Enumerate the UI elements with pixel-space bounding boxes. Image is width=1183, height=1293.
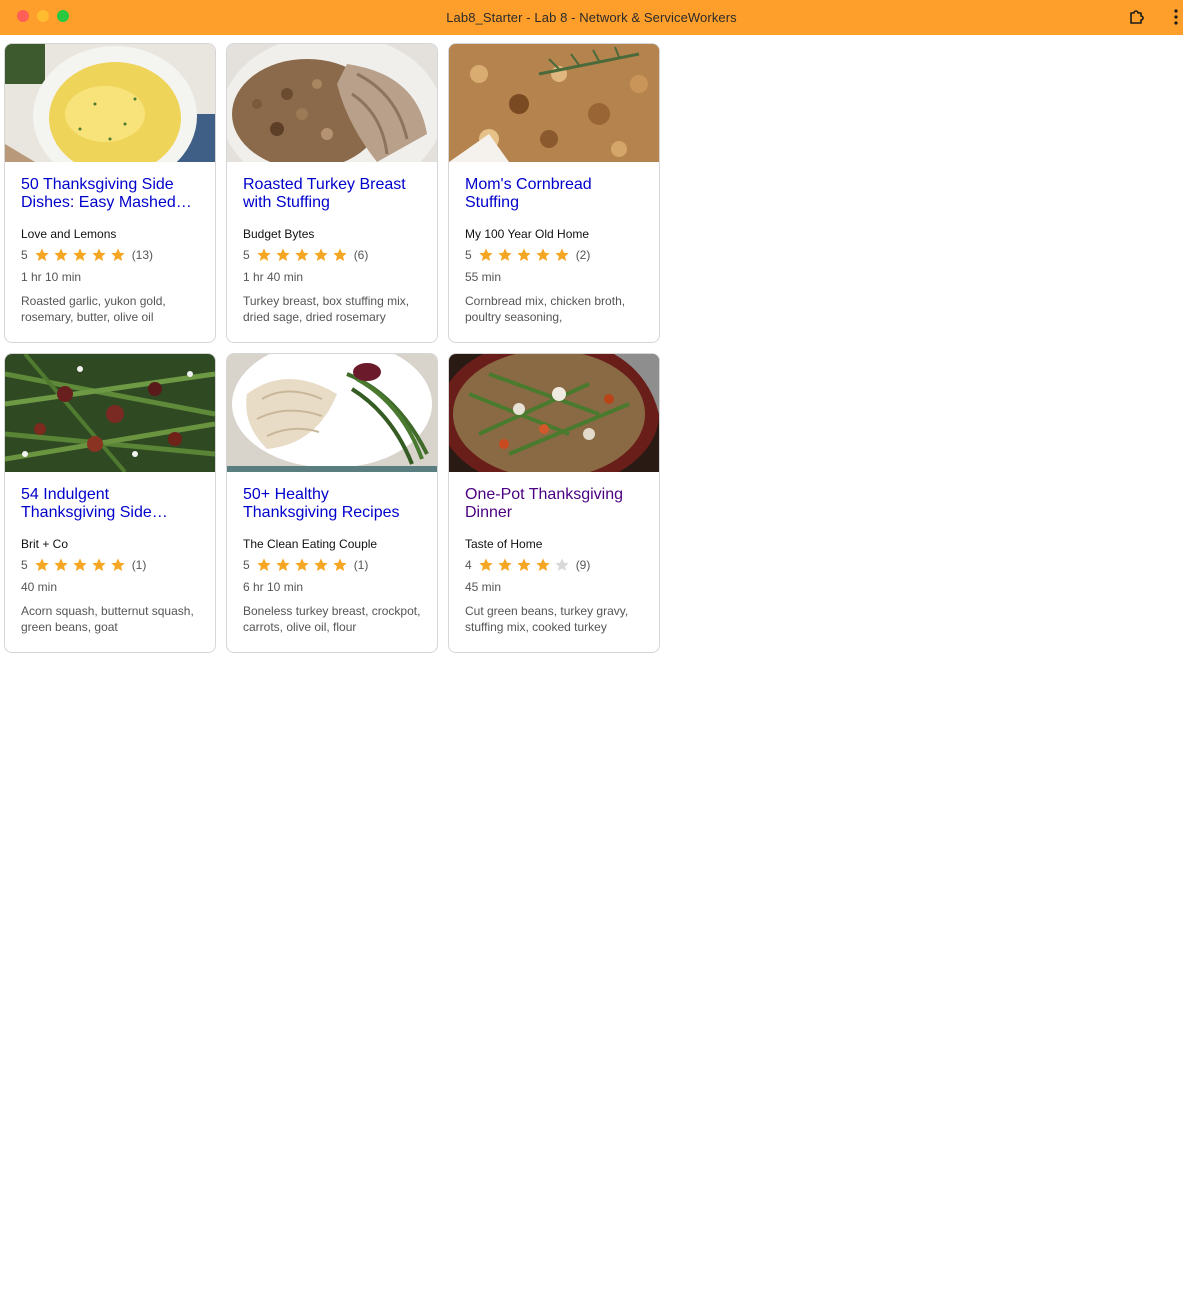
star-filled-icon bbox=[111, 248, 125, 261]
star-filled-icon bbox=[54, 558, 68, 571]
rating-stars bbox=[477, 557, 571, 573]
review-count: (13) bbox=[131, 248, 154, 262]
recipe-title[interactable]: 50 Thanksgiving Side Dishes: Easy Mashed… bbox=[21, 176, 199, 212]
recipe-image bbox=[5, 354, 215, 472]
rating-score: 5 bbox=[243, 558, 250, 572]
recipe-time: 40 min bbox=[21, 580, 58, 594]
recipe-organization: Taste of Home bbox=[465, 537, 543, 551]
star-filled-icon bbox=[257, 248, 271, 261]
recipe-grid: 50 Thanksgiving Side Dishes: Easy Mashed… bbox=[4, 43, 660, 653]
rating-stars bbox=[255, 247, 349, 263]
recipe-organization: Love and Lemons bbox=[21, 227, 117, 241]
star-filled-icon bbox=[73, 558, 87, 571]
star-filled-icon bbox=[92, 558, 106, 571]
recipe-card[interactable]: Roasted Turkey Breast with Stuffing Budg… bbox=[226, 43, 438, 343]
recipe-card[interactable]: 50 Thanksgiving Side Dishes: Easy Mashed… bbox=[4, 43, 216, 343]
star-filled-icon bbox=[536, 248, 550, 261]
recipe-rating: 5 (1) bbox=[243, 558, 421, 572]
rating-score: 4 bbox=[465, 558, 472, 572]
recipe-ingredients: Cornbread mix, chicken broth, poultry se… bbox=[465, 294, 626, 324]
window-controls bbox=[17, 10, 69, 22]
extensions-puzzle-icon[interactable] bbox=[1127, 7, 1147, 27]
recipe-time: 45 min bbox=[465, 580, 502, 594]
recipe-image bbox=[5, 44, 215, 162]
recipe-rating: 5 (2) bbox=[465, 248, 643, 262]
minimize-window-button[interactable] bbox=[37, 10, 49, 22]
recipe-card[interactable]: 54 Indulgent Thanksgiving Side Dishes Br… bbox=[4, 353, 216, 653]
rating-stars bbox=[477, 247, 571, 263]
recipe-time: 55 min bbox=[465, 270, 502, 284]
star-filled-icon bbox=[555, 248, 569, 261]
recipe-title[interactable]: 54 Indulgent Thanksgiving Side Dishes bbox=[21, 486, 199, 522]
star-filled-icon bbox=[479, 558, 493, 571]
recipe-ingredients: Boneless turkey breast, crockpot, carrot… bbox=[243, 604, 421, 634]
review-count: (1) bbox=[353, 558, 369, 572]
more-menu-icon[interactable] bbox=[1171, 8, 1181, 26]
rating-stars bbox=[33, 247, 127, 263]
star-filled-icon bbox=[479, 248, 493, 261]
recipe-title[interactable]: One-Pot Thanksgiving Dinner bbox=[465, 486, 643, 522]
recipe-organization: Brit + Co bbox=[21, 537, 69, 551]
window-titlebar: Lab8_Starter - Lab 8 - Network & Service… bbox=[0, 0, 1183, 35]
star-filled-icon bbox=[73, 248, 87, 261]
recipe-ingredients: Cut green beans, turkey gravy, stuffing … bbox=[465, 604, 629, 634]
star-filled-icon bbox=[517, 248, 531, 261]
recipe-image bbox=[449, 44, 659, 162]
window-title: Lab8_Starter - Lab 8 - Network & Service… bbox=[446, 10, 737, 25]
recipe-title[interactable]: Mom's Cornbread Stuffing bbox=[465, 176, 643, 212]
rating-stars bbox=[255, 557, 349, 573]
recipe-card[interactable]: One-Pot Thanksgiving Dinner Taste of Hom… bbox=[448, 353, 660, 653]
recipe-image bbox=[227, 44, 437, 162]
recipe-rating: 4 (9) bbox=[465, 558, 643, 572]
star-filled-icon bbox=[517, 558, 531, 571]
review-count: (2) bbox=[575, 248, 591, 262]
recipe-ingredients: Acorn squash, butternut squash, green be… bbox=[21, 604, 194, 634]
star-filled-icon bbox=[257, 558, 271, 571]
recipe-organization: Budget Bytes bbox=[243, 227, 315, 241]
star-empty-icon bbox=[555, 558, 569, 571]
recipe-time: 1 hr 40 min bbox=[243, 270, 304, 284]
star-filled-icon bbox=[35, 248, 49, 261]
recipe-card[interactable]: Mom's Cornbread Stuffing My 100 Year Old… bbox=[448, 43, 660, 343]
rating-stars bbox=[33, 557, 127, 573]
zoom-window-button[interactable] bbox=[57, 10, 69, 22]
recipe-ingredients: Turkey breast, box stuffing mix, dried s… bbox=[243, 294, 410, 324]
recipe-card[interactable]: 50+ Healthy Thanksgiving Recipes The Cle… bbox=[226, 353, 438, 653]
star-filled-icon bbox=[92, 248, 106, 261]
rating-score: 5 bbox=[21, 558, 28, 572]
recipe-title[interactable]: 50+ Healthy Thanksgiving Recipes bbox=[243, 486, 421, 522]
star-filled-icon bbox=[498, 248, 512, 261]
review-count: (1) bbox=[131, 558, 147, 572]
rating-score: 5 bbox=[465, 248, 472, 262]
star-filled-icon bbox=[35, 558, 49, 571]
review-count: (9) bbox=[575, 558, 591, 572]
star-filled-icon bbox=[536, 558, 550, 571]
star-filled-icon bbox=[314, 248, 328, 261]
recipe-time: 1 hr 10 min bbox=[21, 270, 82, 284]
recipe-image bbox=[449, 354, 659, 472]
star-filled-icon bbox=[333, 558, 347, 571]
review-count: (6) bbox=[353, 248, 369, 262]
recipe-image bbox=[227, 354, 437, 472]
recipe-ingredients: Roasted garlic, yukon gold, rosemary, bu… bbox=[21, 294, 166, 324]
recipe-title[interactable]: Roasted Turkey Breast with Stuffing bbox=[243, 176, 421, 212]
star-filled-icon bbox=[295, 248, 309, 261]
star-filled-icon bbox=[276, 248, 290, 261]
star-filled-icon bbox=[314, 558, 328, 571]
star-filled-icon bbox=[276, 558, 290, 571]
recipe-rating: 5 (6) bbox=[243, 248, 421, 262]
star-filled-icon bbox=[54, 248, 68, 261]
star-filled-icon bbox=[295, 558, 309, 571]
recipe-rating: 5 (1) bbox=[21, 558, 199, 572]
rating-score: 5 bbox=[21, 248, 28, 262]
recipe-time: 6 hr 10 min bbox=[243, 580, 304, 594]
close-window-button[interactable] bbox=[17, 10, 29, 22]
recipe-rating: 5 (13) bbox=[21, 248, 199, 262]
star-filled-icon bbox=[333, 248, 347, 261]
star-filled-icon bbox=[498, 558, 512, 571]
star-filled-icon bbox=[111, 558, 125, 571]
recipe-organization: The Clean Eating Couple bbox=[243, 537, 378, 551]
recipe-organization: My 100 Year Old Home bbox=[465, 227, 590, 241]
rating-score: 5 bbox=[243, 248, 250, 262]
